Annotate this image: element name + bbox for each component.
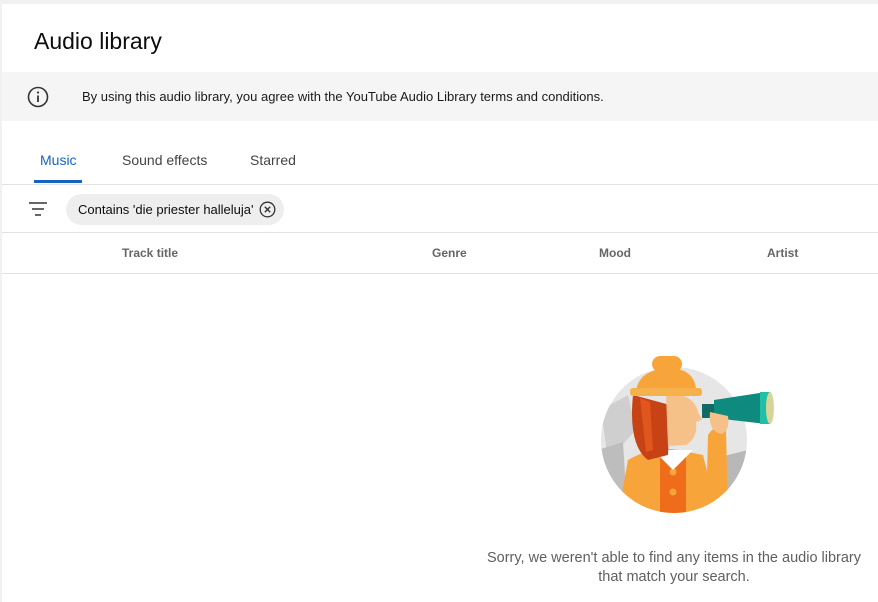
tabs-divider <box>2 184 878 185</box>
filter-chip-label: Contains 'die priester halleluja' <box>78 202 254 217</box>
info-icon <box>27 86 49 108</box>
filter-divider <box>2 232 878 233</box>
empty-state-message: Sorry, we weren't able to find any items… <box>486 550 862 585</box>
column-header-mood[interactable]: Mood <box>599 246 631 260</box>
tab-starred[interactable]: Starred <box>250 152 296 168</box>
audio-library-panel: Audio library By using this audio librar… <box>2 4 878 602</box>
tab-sound-effects[interactable]: Sound effects <box>122 152 207 168</box>
close-circle-icon[interactable] <box>259 201 276 218</box>
filter-icon[interactable] <box>27 200 49 218</box>
active-tab-indicator <box>34 180 82 183</box>
explorer-with-binoculars-illustration <box>601 356 774 513</box>
terms-notice-text: By using this audio library, you agree w… <box>82 89 604 104</box>
page-title: Audio library <box>34 28 162 54</box>
header-divider <box>2 273 878 274</box>
library-tabs: Music Sound effects Starred <box>2 144 878 184</box>
column-header-artist[interactable]: Artist <box>767 246 798 260</box>
tab-music[interactable]: Music <box>40 152 77 168</box>
column-header-genre[interactable]: Genre <box>432 246 467 260</box>
terms-notice-banner: By using this audio library, you agree w… <box>2 72 878 121</box>
search-filter-chip[interactable]: Contains 'die priester halleluja' <box>66 194 284 225</box>
column-header-track-title[interactable]: Track title <box>122 246 178 260</box>
